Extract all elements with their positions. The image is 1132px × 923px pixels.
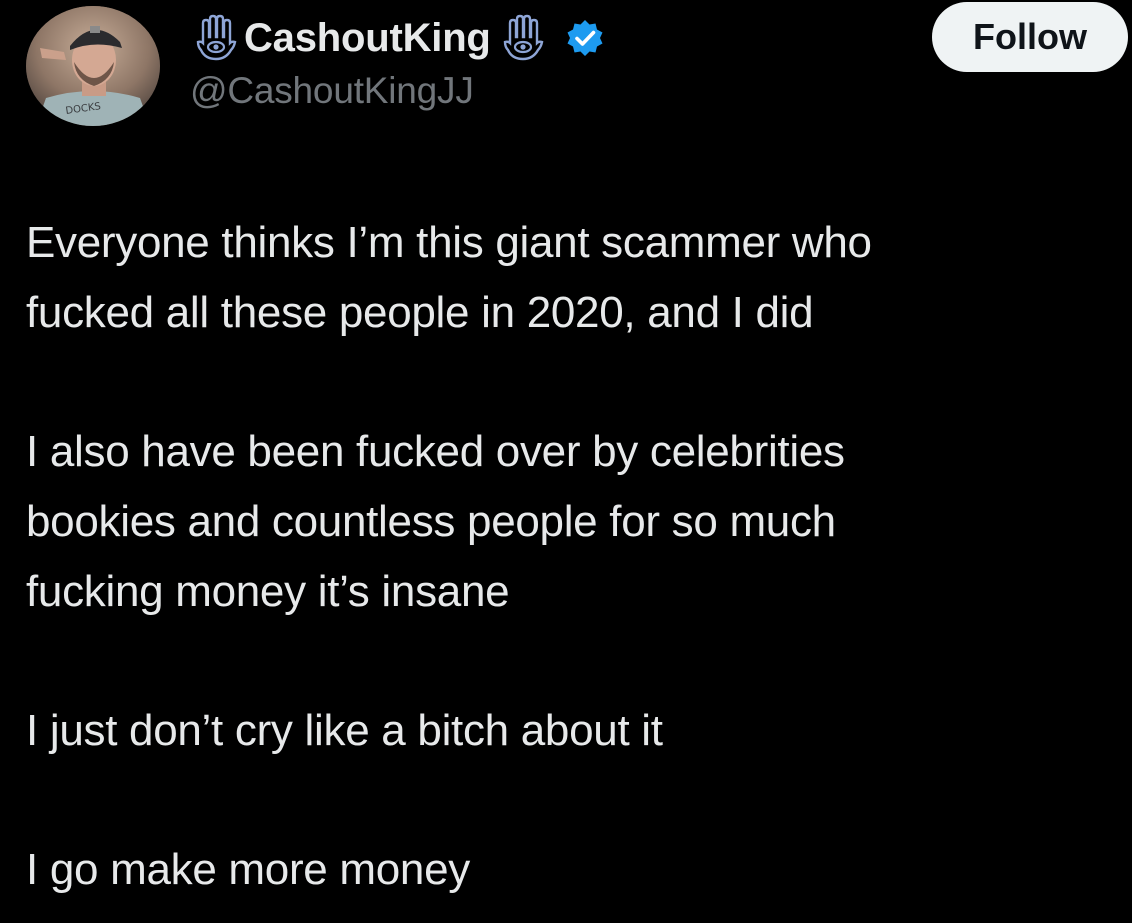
hamsa-icon (497, 13, 547, 63)
tweet-text: Everyone thinks I’m this giant scammer w… (26, 208, 1116, 905)
tweet-paragraph: I go make more money (26, 845, 470, 894)
author-handle[interactable]: @CashoutKingJJ (190, 70, 605, 112)
avatar[interactable]: DOCKS (26, 6, 160, 126)
author-name-row[interactable]: CashoutKing (190, 8, 605, 68)
author-header: CashoutKing @CashoutKingJJ (190, 8, 605, 118)
verified-badge-icon[interactable] (565, 18, 605, 58)
tweet-paragraph: I also have been fucked over by celebrit… (26, 427, 845, 616)
tweet: DOCKS CashoutKing @CashoutKingJJ Follow … (0, 0, 1132, 923)
display-name[interactable]: CashoutKing (244, 16, 491, 61)
avatar-photo: DOCKS (26, 6, 160, 126)
tweet-paragraph: Everyone thinks I’m this giant scammer w… (26, 218, 872, 337)
follow-button[interactable]: Follow (932, 2, 1128, 72)
tweet-paragraph: I just don’t cry like a bitch about it (26, 706, 663, 755)
hamsa-icon (190, 13, 240, 63)
